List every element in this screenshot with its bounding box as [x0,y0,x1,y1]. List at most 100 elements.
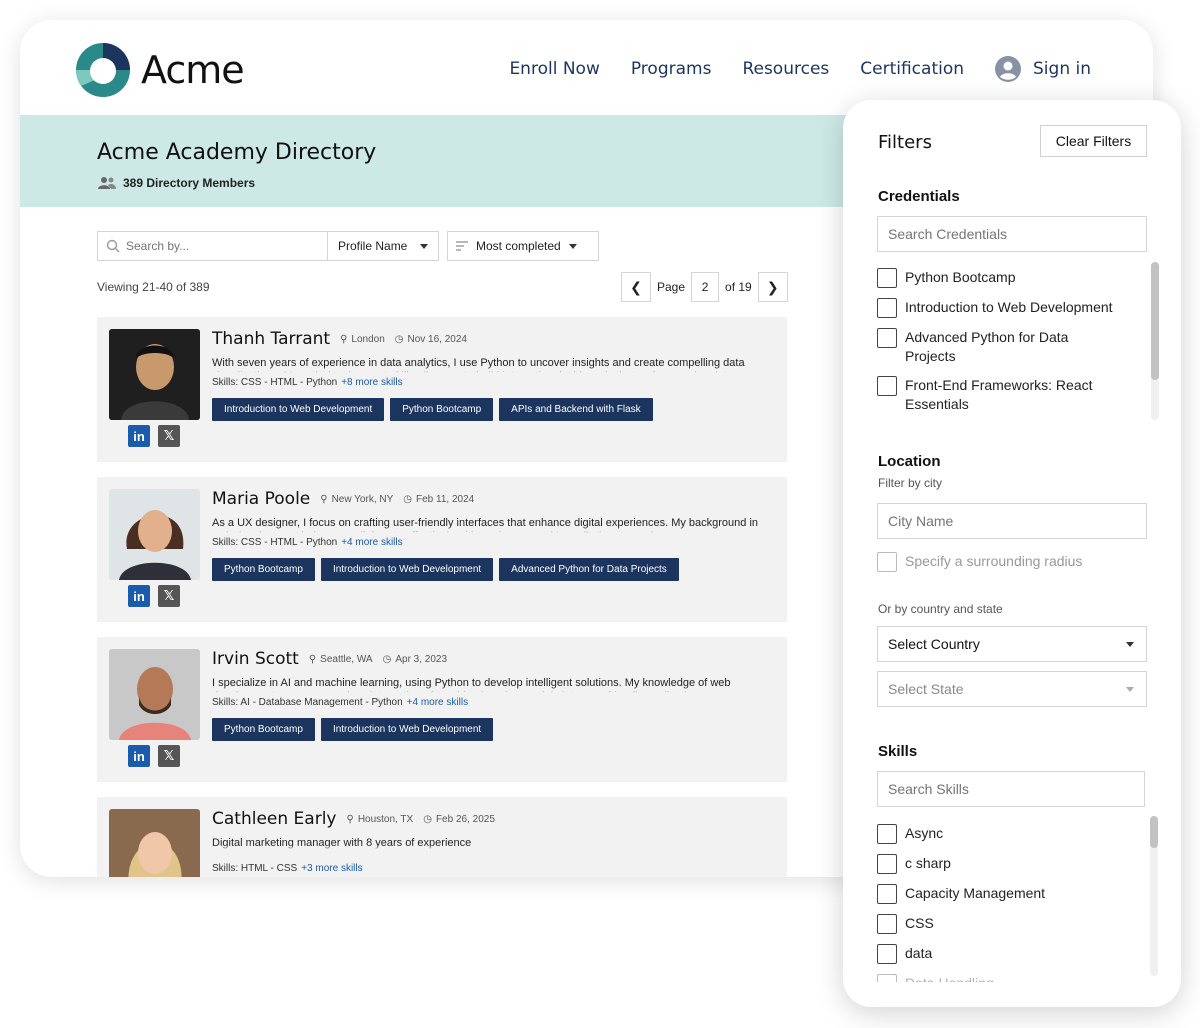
credential-tags: Python Bootcamp Introduction to Web Deve… [212,718,773,741]
checkbox[interactable] [877,944,897,964]
member-card[interactable]: in 𝕏 Irvin Scott ⚲ Seattle, WA ◷ Apr 3, 20… [97,637,787,782]
credentials-search-input[interactable] [877,216,1147,252]
more-skills-link[interactable]: +4 more skills [407,697,468,708]
search-field-select[interactable]: Profile Name [328,239,438,253]
next-page-button[interactable]: ❯ [757,272,788,302]
filters-title: Filters [878,132,932,153]
skills-text: Skills: AI - Database Management - Pytho… [212,697,403,708]
country-select[interactable]: Select Country [877,626,1147,662]
skills-search-input[interactable] [877,771,1145,807]
skill-option[interactable]: data [877,944,1142,964]
scroll-thumb[interactable] [1151,262,1159,380]
chevron-down-icon [1126,641,1134,647]
member-card[interactable]: in 𝕏 Maria Poole ⚲ New York, NY ◷ Feb 11, … [97,477,787,622]
member-bio: Digital marketing manager with 8 years o… [212,837,773,851]
credential-tag[interactable]: Introduction to Web Development [320,558,494,581]
checkbox[interactable] [877,298,897,318]
more-skills-link[interactable]: +8 more skills [341,377,402,388]
credential-tags: Python Bootcamp Introduction to Web Deve… [212,558,773,581]
x-twitter-icon[interactable]: 𝕏 [158,425,180,447]
checkbox[interactable] [877,824,897,844]
scroll-thumb[interactable] [1150,816,1158,848]
country-value: Select Country [888,636,980,652]
prev-page-button[interactable]: ❮ [621,272,651,302]
location-text: Seattle, WA [320,653,373,665]
location-pin-icon: ⚲ [320,493,328,505]
sort-select[interactable]: Most completed [447,231,599,261]
checkbox[interactable] [877,884,897,904]
logo[interactable]: Acme [75,42,245,98]
more-skills-link[interactable]: +4 more skills [341,537,402,548]
skill-option[interactable]: CSS [877,914,1142,934]
brand-name: Acme [141,48,245,92]
member-header: Thanh Tarrant ⚲ London ◷ Nov 16, 2024 [212,329,773,349]
credentials-scrollbar[interactable] [1151,262,1159,420]
checkbox[interactable] [877,328,897,348]
skills-heading: Skills [878,743,918,760]
credential-tag[interactable]: Introduction to Web Development [320,718,494,741]
member-name[interactable]: Cathleen Early [212,809,336,829]
credentials-heading: Credentials [878,188,960,205]
linkedin-icon[interactable]: in [128,745,150,767]
member-details: Thanh Tarrant ⚲ London ◷ Nov 16, 2024 With… [212,329,773,421]
linkedin-icon[interactable]: in [128,585,150,607]
credential-tag[interactable]: APIs and Backend with Flask [499,398,653,421]
checkbox[interactable] [877,552,897,572]
search-icon [106,239,120,253]
checkbox[interactable] [877,974,897,982]
credential-option[interactable]: Front-End Frameworks: React Essentials [877,376,1147,414]
credential-option[interactable]: Advanced Python for Data Projects [877,328,1147,366]
credential-tag[interactable]: Advanced Python for Data Projects [499,558,679,581]
page-label: Page [657,280,686,294]
credential-tag[interactable]: Python Bootcamp [212,558,315,581]
search-input[interactable] [126,239,306,253]
member-name[interactable]: Thanh Tarrant [212,329,330,349]
skill-option[interactable]: Async [877,824,1142,844]
member-name[interactable]: Maria Poole [212,489,310,509]
state-select[interactable]: Select State [877,671,1147,707]
skill-option[interactable]: Capacity Management [877,884,1142,904]
nav-certification[interactable]: Certification [860,59,964,79]
skills-scrollbar[interactable] [1150,816,1158,976]
checkbox[interactable] [877,268,897,288]
checkbox[interactable] [877,914,897,934]
x-twitter-icon[interactable]: 𝕏 [158,745,180,767]
checkbox[interactable] [877,376,897,396]
clock-icon: ◷ [403,493,413,505]
credential-tags: Introduction to Web Development Python B… [212,398,773,421]
city-input[interactable] [877,503,1147,539]
linkedin-icon[interactable]: in [128,425,150,447]
chevron-left-icon: ❮ [630,278,642,295]
clear-filters-button[interactable]: Clear Filters [1040,125,1147,157]
page-number-input[interactable]: 2 [691,272,720,302]
nav-resources[interactable]: Resources [742,59,829,79]
search-field-wrap [98,232,328,260]
location-pin-icon: ⚲ [308,653,317,665]
member-card[interactable]: Cathleen Early ⚲ Houston, TX ◷ Feb 26, 202… [97,797,787,877]
member-location: ⚲ New York, NY [320,494,393,505]
credential-tag[interactable]: Python Bootcamp [390,398,494,421]
member-card[interactable]: in 𝕏 Thanh Tarrant ⚲ London ◷ Nov 16, 2024… [97,317,787,462]
skill-option[interactable]: c sharp [877,854,1142,874]
location-pin-icon: ⚲ [340,333,348,345]
checkbox[interactable] [877,854,897,874]
radius-checkbox-row[interactable]: Specify a surrounding radius [877,552,1162,572]
more-skills-link[interactable]: +3 more skills [301,863,362,874]
sign-in-link[interactable]: Sign in [995,56,1091,82]
member-name[interactable]: Irvin Scott [212,649,299,669]
member-date: ◷ Feb 26, 2025 [423,814,495,825]
nav-enroll-now[interactable]: Enroll Now [509,59,599,79]
credential-option[interactable]: Introduction to Web Development [877,298,1147,318]
credential-tag[interactable]: Python Bootcamp [212,718,315,741]
credential-tag[interactable]: Introduction to Web Development [212,398,385,421]
results-count: Viewing 21-40 of 389 [97,280,210,294]
credential-option[interactable]: Python Bootcamp [877,268,1147,288]
nav-programs[interactable]: Programs [631,59,712,79]
skill-option[interactable]: Data Handling [877,974,1142,982]
radius-option[interactable]: Specify a surrounding radius [877,552,1162,576]
x-twitter-icon[interactable]: 𝕏 [158,585,180,607]
member-location: ⚲ Houston, TX [346,814,413,825]
member-count: 389 Directory Members [97,176,255,190]
clock-icon: ◷ [423,813,432,825]
user-avatar-icon [995,56,1022,82]
